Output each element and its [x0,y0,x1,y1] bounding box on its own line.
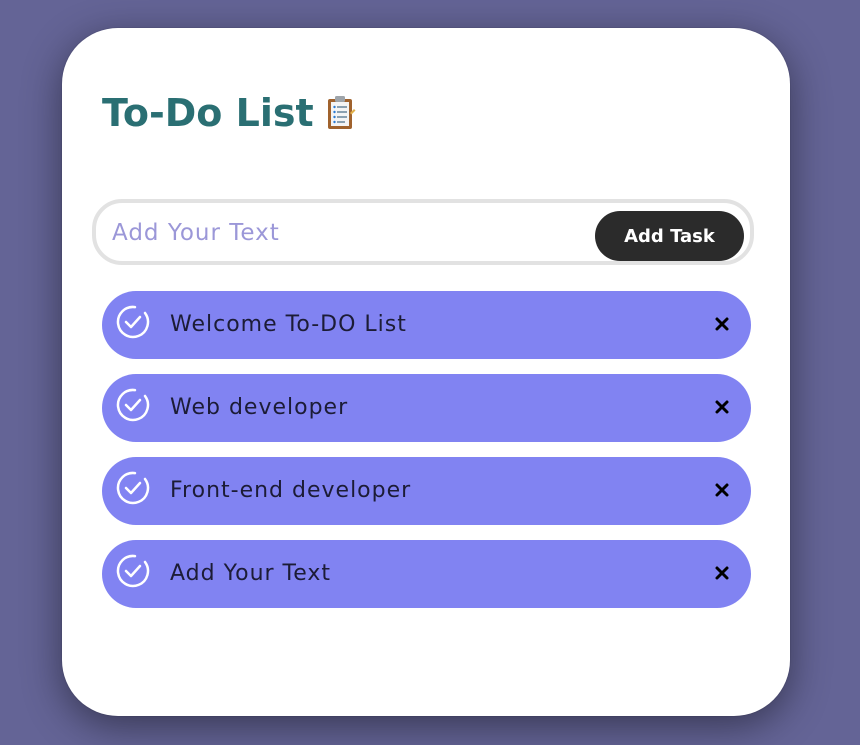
task-text: Add Your Text [170,561,332,586]
task-item[interactable]: Front-end developer [102,457,751,525]
task-item[interactable]: Welcome To-DO List [102,291,751,359]
task-text: Front-end developer [170,478,412,503]
add-task-button[interactable]: Add Task [595,211,744,261]
title-text: To-Do List [102,91,314,135]
task-item[interactable]: Add Your Text [102,540,751,608]
page-title: To-Do List [102,86,356,140]
check-circle-icon[interactable] [114,303,152,341]
task-input[interactable] [110,213,584,253]
check-circle-icon[interactable] [114,552,152,590]
close-icon[interactable] [713,315,731,333]
task-item[interactable]: Web developer [102,374,751,442]
close-icon[interactable] [713,398,731,416]
close-icon[interactable] [713,481,731,499]
clipboard-icon [326,95,356,131]
check-circle-icon[interactable] [114,469,152,507]
todo-card: To-Do List Add Task [62,28,790,716]
task-text: Welcome To-DO List [170,312,407,337]
add-task-row: Add Task [92,199,754,265]
close-icon[interactable] [713,564,731,582]
task-text: Web developer [170,395,349,420]
task-list: Welcome To-DO List Web developer Front-e… [102,291,751,623]
check-circle-icon[interactable] [114,386,152,424]
